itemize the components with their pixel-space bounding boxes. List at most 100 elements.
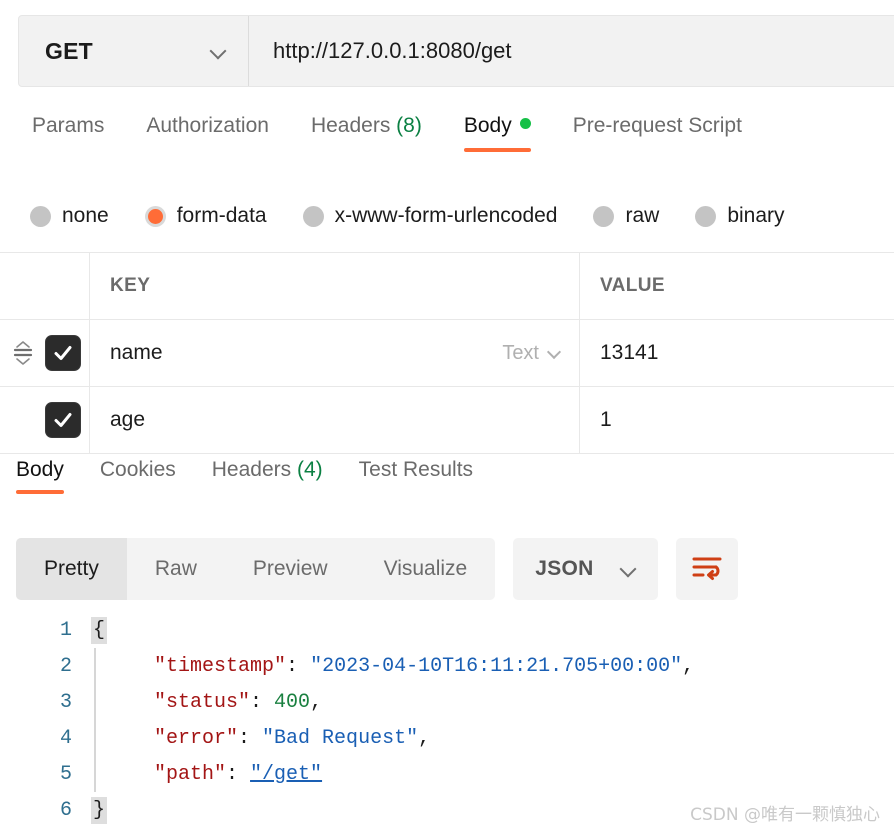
- word-wrap-button[interactable]: [675, 538, 738, 600]
- radio-none-icon: [30, 205, 51, 227]
- radio-binary[interactable]: binary: [695, 204, 785, 228]
- tab-body[interactable]: Body: [463, 114, 531, 152]
- radio-x-www-form-urlencoded-label: x-www-form-urlencoded: [334, 204, 558, 227]
- view-mode-visualize[interactable]: Visualize: [356, 538, 496, 600]
- response-format-label: JSON: [535, 557, 594, 580]
- row-enabled-checkbox[interactable]: [45, 402, 81, 438]
- response-tab-body-label: Body: [16, 458, 64, 481]
- json-code: "status": 400,: [96, 691, 894, 714]
- column-header-key: KEY: [110, 275, 151, 296]
- view-mode-raw-label: Raw: [154, 557, 197, 580]
- watermark: CSDN @唯有一颗慎独心: [690, 805, 880, 825]
- json-value: "2023-04-10T16:11:21.705+00:00": [310, 654, 683, 678]
- json-line: 3 "status": 400,: [0, 684, 894, 720]
- response-tab-body[interactable]: Body: [16, 458, 64, 494]
- row-type-dropdown[interactable]: Text: [502, 342, 561, 365]
- table-header-row: KEY VALUE: [0, 253, 894, 320]
- response-tab-cookies-label: Cookies: [99, 458, 176, 481]
- view-mode-preview-label: Preview: [252, 557, 328, 580]
- header-key-cell: KEY: [90, 253, 580, 319]
- view-mode-raw[interactable]: Raw: [127, 538, 225, 600]
- header-value-cell: VALUE: [580, 253, 894, 319]
- json-value: "Bad Request": [262, 726, 419, 750]
- response-view-toolbar: Pretty Raw Preview Visualize JSON: [16, 538, 738, 600]
- body-type-radio-group: none form-data x-www-form-urlencoded raw…: [0, 188, 894, 244]
- json-key: "path": [154, 762, 227, 786]
- json-comma: ,: [418, 726, 431, 750]
- view-mode-pretty[interactable]: Pretty: [16, 538, 127, 600]
- radio-raw-icon: [593, 205, 615, 227]
- line-number: 6: [59, 798, 72, 822]
- radio-none[interactable]: none: [30, 204, 109, 228]
- table-row: name Text 13141: [0, 320, 894, 387]
- json-close-brace[interactable]: }: [91, 796, 108, 824]
- chevron-down-icon: [210, 43, 226, 59]
- url-input[interactable]: http://127.0.0.1:8080/get: [249, 16, 894, 86]
- tab-pre-request-script[interactable]: Pre-request Script: [573, 114, 742, 152]
- drag-handle-icon[interactable]: [12, 340, 34, 366]
- view-mode-segmented-control: Pretty Raw Preview Visualize: [16, 538, 496, 600]
- tab-authorization[interactable]: Authorization: [146, 114, 269, 152]
- radio-none-label: none: [62, 204, 109, 227]
- row-key-cell[interactable]: age: [90, 387, 580, 453]
- response-tab-cookies[interactable]: Cookies: [100, 458, 176, 494]
- row-key-text: name: [110, 341, 163, 364]
- tab-authorization-label: Authorization: [146, 114, 269, 137]
- chevron-down-icon: [620, 561, 636, 577]
- row-checkbox-cell: [0, 387, 90, 453]
- json-line: 4 "error": "Bad Request",: [0, 720, 894, 756]
- json-line: 1 {: [0, 612, 894, 648]
- radio-form-data[interactable]: form-data: [144, 204, 267, 228]
- response-tab-headers[interactable]: Headers (4): [212, 458, 323, 494]
- row-key-text: age: [110, 408, 146, 431]
- line-number: 4: [59, 726, 72, 750]
- row-type-label: Text: [502, 341, 539, 364]
- json-comma: ,: [682, 654, 695, 678]
- tab-params-label: Params: [32, 114, 105, 137]
- response-tab-headers-count: (4): [296, 458, 323, 481]
- tab-params[interactable]: Params: [32, 114, 104, 152]
- body-modified-dot-icon: [519, 118, 531, 129]
- view-mode-preview[interactable]: Preview: [225, 538, 356, 600]
- response-tab-test-results[interactable]: Test Results: [359, 458, 473, 494]
- header-checkbox-cell: [0, 253, 90, 319]
- form-data-table: KEY VALUE name Text 13141 age 1: [0, 252, 894, 454]
- line-number: 2: [59, 654, 72, 678]
- row-value-cell[interactable]: 13141: [580, 320, 894, 386]
- tab-headers[interactable]: Headers (8): [311, 114, 422, 152]
- line-number: 5: [59, 762, 72, 786]
- json-key: "status": [154, 690, 251, 714]
- radio-binary-label: binary: [727, 204, 785, 227]
- json-line: 2 "timestamp": "2023-04-10T16:11:21.705+…: [0, 648, 894, 684]
- json-separator: :: [238, 726, 263, 750]
- row-enabled-checkbox[interactable]: [45, 335, 81, 371]
- line-number: 3: [59, 690, 72, 714]
- tab-body-label: Body: [463, 114, 512, 137]
- row-key-cell[interactable]: name Text: [90, 320, 580, 386]
- http-method-selector[interactable]: GET: [19, 16, 249, 86]
- radio-x-www-form-urlencoded[interactable]: x-www-form-urlencoded: [302, 204, 558, 228]
- json-comma: ,: [310, 690, 323, 714]
- radio-x-www-form-urlencoded-icon: [302, 205, 324, 227]
- chevron-down-icon: [548, 347, 561, 360]
- row-value-cell[interactable]: 1: [580, 387, 894, 453]
- word-wrap-icon: [690, 552, 724, 587]
- json-code: "error": "Bad Request",: [96, 727, 894, 750]
- response-format-dropdown[interactable]: JSON: [513, 538, 658, 600]
- request-tabs: Params Authorization Headers (8) Body Pr…: [0, 114, 894, 170]
- tab-headers-label: Headers: [310, 114, 391, 137]
- radio-raw[interactable]: raw: [593, 204, 659, 228]
- json-code: "timestamp": "2023-04-10T16:11:21.705+00…: [96, 655, 894, 678]
- row-checkbox-cell: [0, 320, 90, 386]
- json-value: 400: [274, 690, 311, 714]
- json-line: 5 "path": "/get": [0, 756, 894, 792]
- json-open-brace[interactable]: {: [91, 616, 108, 644]
- radio-form-data-label: form-data: [176, 204, 267, 227]
- json-value-link[interactable]: "/get": [250, 763, 322, 786]
- response-tabs: Body Cookies Headers (4) Test Results: [0, 458, 894, 520]
- radio-form-data-icon: [144, 205, 166, 227]
- http-method-label: GET: [45, 37, 93, 64]
